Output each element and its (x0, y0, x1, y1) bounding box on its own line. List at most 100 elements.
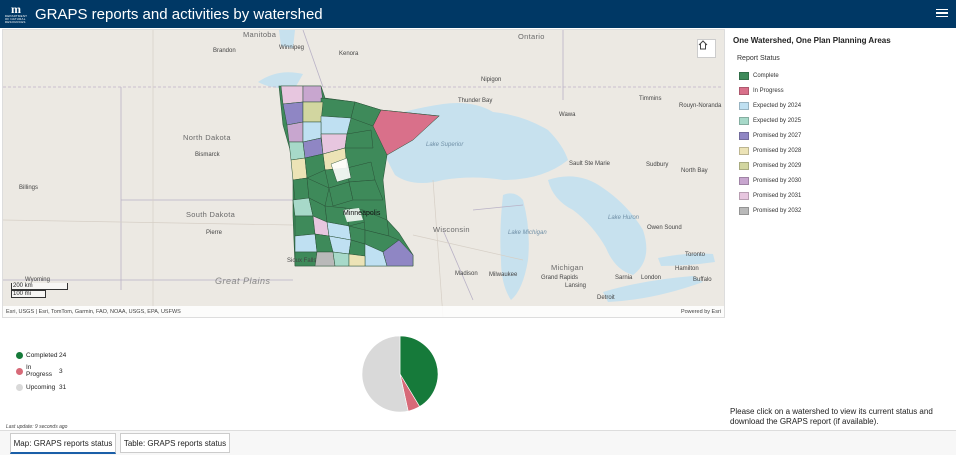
scale-km: 200 km (11, 283, 68, 290)
status-label: Completed (26, 351, 58, 359)
logo-text: DEPARTMENT OF NATURAL RESOURCES (4, 14, 28, 24)
map-label-lake-superior: Lake Superior (426, 142, 464, 148)
map-label-milwaukee: Milwaukee (489, 272, 518, 278)
status-dot-icon (16, 367, 23, 375)
legend-item: Promised by 2028 (739, 143, 948, 158)
legend-label: Complete (753, 72, 779, 79)
map-label-kenora: Kenora (339, 51, 359, 57)
legend-swatch (739, 131, 749, 140)
legend-item: Expected by 2024 (739, 98, 948, 113)
legend-label: In Progress (753, 87, 784, 94)
legend-item: In Progress (739, 83, 948, 98)
scale-mi: 100 mi (11, 290, 46, 298)
map-label-sault: Sault Ste Marie (569, 161, 611, 167)
legend-label: Promised by 2031 (753, 192, 802, 199)
lake-michigan (500, 193, 529, 300)
map-label-north-bay: North Bay (681, 168, 708, 174)
status-count-row: Completed 24 (16, 347, 66, 363)
legend-item: Expected by 2025 (739, 113, 948, 128)
tab-map[interactable]: Map: GRAPS reports status (10, 433, 116, 454)
legend-item: Promised by 2027 (739, 128, 948, 143)
instruction-note: Please click on a watershed to view its … (730, 407, 933, 426)
map-label-brandon: Brandon (213, 48, 236, 54)
map-label-north-dakota: North Dakota (183, 133, 231, 142)
map-label-nipigon: Nipigon (481, 77, 502, 83)
lake-huron (548, 176, 647, 275)
map-label-grand-rapids: Grand Rapids (541, 275, 579, 281)
status-value: 24 (59, 351, 67, 359)
map-label-lake-michigan: Lake Michigan (508, 230, 547, 236)
map-label-great-plains: Great Plains (215, 276, 271, 286)
map-label-sudbury: Sudbury (646, 162, 669, 168)
legend-swatch (739, 116, 749, 125)
map-label-pierre: Pierre (206, 230, 223, 236)
map-label-south-dakota: South Dakota (186, 210, 236, 219)
map-label-bismarck: Bismarck (195, 152, 220, 158)
map-label-buffalo: Buffalo (693, 277, 712, 283)
legend-item: Promised by 2031 (739, 188, 948, 203)
legend-swatch (739, 71, 749, 80)
map-label-detroit: Detroit (597, 295, 615, 301)
map-label-sioux-falls: Sioux Falls (287, 258, 317, 264)
map-attribution: Esri, USGS | Esri, TomTom, Garmin, FAO, … (3, 306, 724, 317)
map-label-timmins: Timmins (639, 96, 662, 102)
map-label-owen-sound: Owen Sound (647, 225, 682, 231)
powered-by-esri[interactable]: Powered by Esri (681, 309, 721, 315)
map-label-billings: Billings (19, 185, 39, 191)
hamburger-menu-icon[interactable] (936, 6, 948, 20)
map-label-ontario: Ontario (518, 32, 545, 41)
status-count-row: Upcoming 31 (16, 379, 66, 395)
legend-label: Promised by 2032 (753, 207, 802, 214)
map-legend: One Watershed, One Plan Planning Areas R… (733, 36, 948, 218)
legend-subtitle: Report Status (737, 55, 780, 62)
basemap-svg (3, 30, 723, 317)
map-label-minneapolis: Minneapolis (343, 210, 381, 217)
status-counts: Completed 24 In Progress 3 Upcoming 31 (16, 347, 66, 395)
home-icon (698, 40, 708, 50)
pie-svg (361, 335, 439, 413)
status-pie-chart (360, 334, 440, 419)
attribution-text[interactable]: Esri, USGS | Esri, TomTom, Garmin, FAO, … (6, 309, 181, 315)
map-view[interactable]: Ontario Manitoba Brandon Winnipeg Kenora… (2, 29, 725, 318)
status-value: 31 (59, 383, 67, 391)
map-label-manitoba: Manitoba (243, 30, 277, 39)
map-scale-bar: 200 km 100 mi (11, 283, 68, 298)
map-label-sarnia: Sarnia (615, 275, 633, 281)
page-title: GRAPS reports and activities by watershe… (35, 5, 323, 23)
map-label-madison: Madison (455, 271, 478, 277)
map-label-wisconsin: Wisconsin (433, 225, 470, 234)
map-label-michigan: Michigan (551, 263, 584, 272)
legend-label: Promised by 2030 (753, 177, 802, 184)
map-label-london: London (641, 275, 662, 281)
map-label-wawa: Wawa (559, 112, 576, 118)
status-label: Upcoming (26, 383, 56, 391)
tab-table[interactable]: Table: GRAPS reports status (120, 433, 230, 453)
legend-swatch (739, 86, 749, 95)
legend-swatch (739, 101, 749, 110)
status-value: 3 (59, 367, 63, 375)
map-label-toronto: Toronto (685, 252, 706, 258)
status-dot-icon (16, 383, 23, 391)
legend-label: Promised by 2028 (753, 147, 802, 154)
status-count-row: In Progress 3 (16, 363, 66, 379)
legend-item: Promised by 2029 (739, 158, 948, 173)
home-button[interactable] (697, 39, 716, 58)
map-label-rouyn: Rouyn-Noranda (679, 103, 722, 109)
legend-items: Complete In Progress Expected by 2024 Expec… (739, 68, 948, 218)
legend-swatch (739, 161, 749, 170)
map-label-winnipeg: Winnipeg (279, 45, 305, 51)
tab-bar: Map: GRAPS reports status Table: GRAPS r… (0, 430, 956, 455)
legend-swatch (739, 176, 749, 185)
legend-item: Promised by 2032 (739, 203, 948, 218)
map-label-lansing: Lansing (565, 283, 587, 289)
app-header: m DEPARTMENT OF NATURAL RESOURCES GRAPS … (0, 0, 956, 28)
legend-item: Promised by 2030 (739, 173, 948, 188)
legend-title: One Watershed, One Plan Planning Areas (733, 36, 891, 45)
legend-label: Expected by 2024 (753, 102, 802, 109)
legend-label: Expected by 2025 (753, 117, 802, 124)
map-label-thunder-bay: Thunder Bay (458, 98, 493, 104)
legend-swatch (739, 206, 749, 215)
map-label-hamilton: Hamilton (675, 266, 699, 272)
dnr-logo: m DEPARTMENT OF NATURAL RESOURCES (4, 3, 28, 24)
map-label-lake-huron: Lake Huron (608, 215, 640, 221)
